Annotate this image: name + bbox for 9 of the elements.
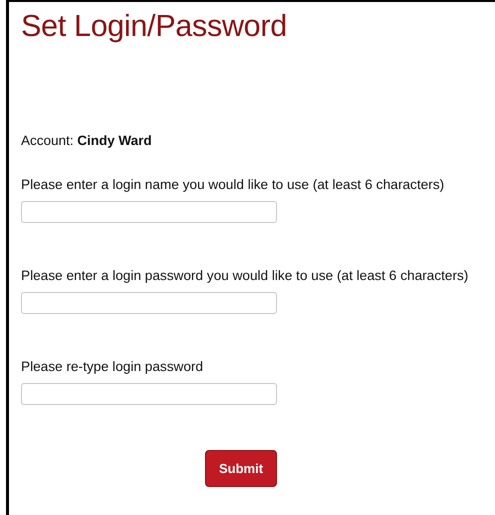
input-field[interactable] xyxy=(21,383,277,405)
field-label: Please enter a login password you would like to use (at least 6 characters) xyxy=(21,269,468,283)
field-label: Please enter a login name you would like to use (at least 6 characters) xyxy=(21,178,444,192)
submit-button[interactable]: Submit xyxy=(205,450,277,487)
page-title: Set Login/Password xyxy=(21,8,288,44)
input-field[interactable] xyxy=(21,201,277,223)
field-label: Please re-type login password xyxy=(21,360,204,374)
input-field[interactable] xyxy=(21,292,277,314)
account-name: Account: Cindy Ward xyxy=(21,134,152,148)
